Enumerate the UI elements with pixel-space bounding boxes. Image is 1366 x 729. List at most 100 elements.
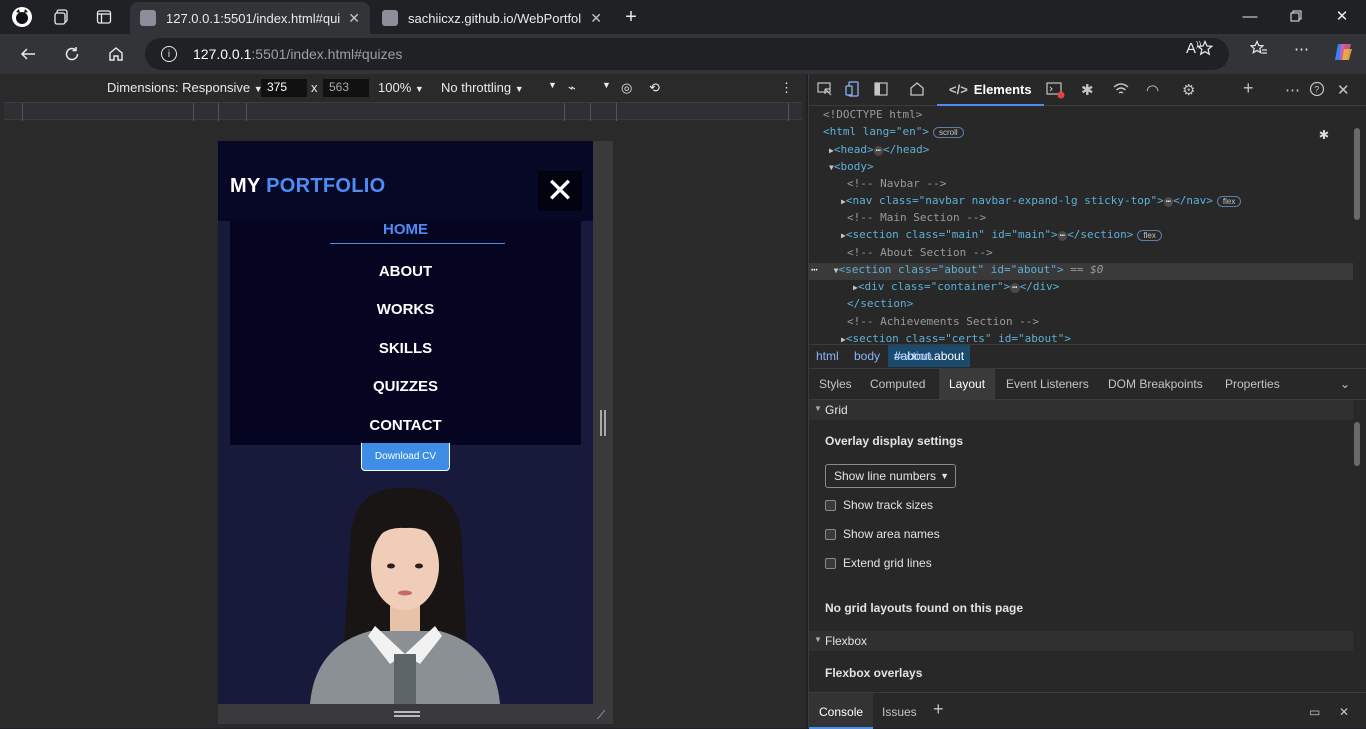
- ellipsis-icon[interactable]: ⋯: [1163, 197, 1174, 207]
- refresh-icon[interactable]: [59, 42, 85, 66]
- memory-chip-icon[interactable]: ⚙: [1182, 81, 1195, 99]
- dom-node[interactable]: <!DOCTYPE html>: [823, 108, 922, 125]
- bug-icon[interactable]: ✱: [1081, 81, 1094, 99]
- crumb-body[interactable]: body: [854, 349, 880, 363]
- node-actions-icon[interactable]: ⋯: [811, 263, 818, 276]
- site-brand[interactable]: MY PORTFOLIO: [230, 175, 385, 198]
- dom-node[interactable]: ▶<div class="container"> ⋯ </div>: [853, 280, 1059, 297]
- dom-node[interactable]: <!-- Main Section -->: [847, 211, 986, 228]
- tab-dom-breakpoints[interactable]: DOM Breakpoints: [1108, 377, 1203, 391]
- ellipsis-icon[interactable]: ⋯: [1010, 283, 1020, 293]
- height-input[interactable]: 563: [323, 79, 369, 97]
- chevron-down-icon[interactable]: ▼: [548, 80, 557, 90]
- eye-icon[interactable]: ◎: [621, 80, 632, 96]
- console-error-icon[interactable]: [1046, 81, 1066, 103]
- scroll-badge[interactable]: scroll: [932, 127, 964, 138]
- tab-layout[interactable]: Layout: [939, 369, 996, 399]
- download-cv-button[interactable]: Download CV: [361, 443, 450, 471]
- dom-node[interactable]: ▶<section class="main" id="main"> ⋯ </sect…: [841, 228, 1162, 245]
- dom-node[interactable]: ▶<head> ⋯ </head>: [829, 143, 929, 160]
- media-query-ruler[interactable]: [4, 102, 802, 121]
- restore-icon[interactable]: [1286, 6, 1306, 26]
- back-icon[interactable]: [15, 42, 41, 66]
- flex-badge[interactable]: flex: [1137, 230, 1162, 241]
- corner-resize-icon[interactable]: ⟋: [597, 708, 605, 723]
- nav-link-home[interactable]: HOME: [230, 221, 581, 238]
- crumb-html[interactable]: html: [816, 349, 839, 363]
- add-tool-icon[interactable]: +: [1243, 78, 1254, 99]
- dock-side-icon[interactable]: [873, 81, 889, 101]
- close-window-icon[interactable]: ✕: [1332, 6, 1352, 26]
- close-devtools-icon[interactable]: ✕: [1337, 81, 1350, 99]
- dom-node-selected[interactable]: ⋯ ▼<section class="about" id="about"> == …: [809, 263, 1353, 280]
- grid-section-header[interactable]: ▼ Grid: [809, 400, 1353, 420]
- network-wifi-icon[interactable]: [1112, 81, 1130, 101]
- tab-event-listeners[interactable]: Event Listeners: [1006, 377, 1089, 391]
- viewport-bottom-resizer[interactable]: ⟋: [218, 704, 613, 724]
- nav-link-about[interactable]: ABOUT: [230, 263, 581, 280]
- extend-grid-lines-checkbox[interactable]: Extend grid lines: [825, 556, 932, 570]
- tab-elements[interactable]: </> Elements: [937, 74, 1044, 106]
- device-options-icon[interactable]: ⋮: [780, 80, 793, 96]
- close-menu-button[interactable]: ✕: [538, 171, 582, 211]
- checkbox-box[interactable]: [825, 528, 836, 540]
- nav-link-skills[interactable]: SKILLS: [230, 340, 581, 357]
- more-tools-icon[interactable]: ⋯: [1285, 81, 1300, 99]
- dom-node[interactable]: ▶<nav class="navbar navbar-expand-lg sti…: [841, 194, 1242, 211]
- address-bar[interactable]: i 127.0.0.1:5501/index.html#quizes: [145, 38, 1229, 70]
- dom-node[interactable]: <!-- Navbar -->: [847, 177, 946, 194]
- tab-local-portfolio[interactable]: 127.0.0.1:5501/index.html#quizes ✕: [130, 2, 370, 34]
- dock-drawer-icon[interactable]: ▭: [1309, 705, 1320, 719]
- layout-scrollbar[interactable]: [1354, 422, 1360, 466]
- add-drawer-tab-icon[interactable]: +: [933, 699, 944, 720]
- nav-link-quizzes[interactable]: QUIZZES: [230, 378, 581, 395]
- nav-link-works[interactable]: WORKS: [230, 301, 581, 318]
- device-toolbar-icon[interactable]: [845, 81, 861, 101]
- vertical-tabs-icon[interactable]: [91, 5, 117, 29]
- favorite-star-icon[interactable]: [1196, 40, 1214, 60]
- new-tab-icon[interactable]: +: [618, 5, 644, 29]
- crumb-current[interactable]: section #about.about: [888, 345, 971, 367]
- checkbox-box[interactable]: [825, 499, 836, 511]
- dom-node[interactable]: </section>: [847, 297, 913, 314]
- ellipsis-icon[interactable]: ⋯: [1057, 231, 1068, 241]
- tab-github-portfolio[interactable]: sachiicxz.github.io/WebPortfolio/ ✕: [372, 2, 612, 34]
- flexbox-section-header[interactable]: ▼ Flexbox: [809, 631, 1353, 651]
- nav-link-contact[interactable]: CONTACT: [230, 417, 581, 434]
- dom-node[interactable]: <html lang="en"> scroll: [823, 125, 964, 142]
- width-input[interactable]: 375: [261, 79, 307, 97]
- show-area-names-checkbox[interactable]: Show area names: [825, 527, 940, 541]
- favorites-icon[interactable]: [1249, 40, 1268, 60]
- dimensions-dropdown[interactable]: Dimensions: Responsive ▼: [107, 80, 263, 95]
- home-icon[interactable]: [103, 42, 129, 66]
- ellipsis-icon[interactable]: ⋯: [873, 146, 883, 156]
- line-numbers-select[interactable]: Show line numbers ▼: [825, 464, 956, 488]
- more-menu-icon[interactable]: ⋯: [1294, 40, 1309, 58]
- profile-avatar-icon[interactable]: [9, 5, 35, 29]
- copilot-icon[interactable]: [1332, 41, 1354, 67]
- close-drawer-icon[interactable]: ✕: [1339, 705, 1349, 719]
- minimize-icon[interactable]: —: [1240, 6, 1260, 26]
- throttling-dropdown[interactable]: No throttling ▼: [441, 80, 524, 95]
- accessibility-icon[interactable]: ✱: [1319, 124, 1329, 143]
- chevron-down-icon[interactable]: ▼: [602, 80, 611, 90]
- show-track-sizes-checkbox[interactable]: Show track sizes: [825, 498, 933, 512]
- help-icon[interactable]: ?: [1309, 81, 1325, 101]
- tab-properties[interactable]: Properties: [1225, 377, 1280, 391]
- tab-issues[interactable]: Issues: [882, 705, 917, 719]
- welcome-home-icon[interactable]: [909, 81, 925, 101]
- tab-styles[interactable]: Styles: [819, 377, 852, 391]
- resize-handle[interactable]: [600, 410, 606, 436]
- tab-computed[interactable]: Computed: [870, 377, 925, 391]
- dom-node[interactable]: ▶<section class="certs" id="about">: [841, 332, 1071, 344]
- dom-scrollbar[interactable]: [1354, 128, 1360, 220]
- close-tab-icon[interactable]: ✕: [590, 10, 602, 27]
- inspect-element-icon[interactable]: [817, 81, 833, 101]
- checkbox-box[interactable]: [825, 557, 836, 569]
- site-info-icon[interactable]: i: [161, 46, 177, 62]
- tab-console[interactable]: Console: [809, 693, 874, 729]
- sensors-icon[interactable]: ⌁: [568, 80, 576, 96]
- flex-badge[interactable]: flex: [1216, 196, 1242, 207]
- bottom-resize-grip-icon[interactable]: [394, 711, 420, 717]
- zoom-dropdown[interactable]: 100% ▼: [378, 80, 424, 95]
